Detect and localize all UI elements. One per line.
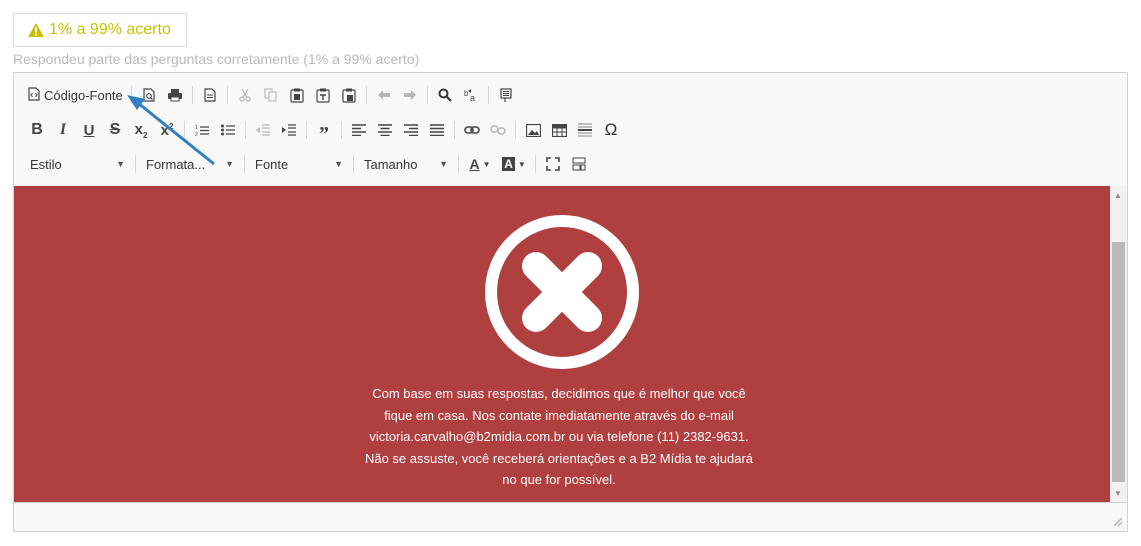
italic-icon[interactable]: I xyxy=(50,118,76,142)
message-line: Com base em suas respostas, decidimos qu… xyxy=(372,386,746,401)
editor-toolbar: Código-Fonte ba B I U S x2 x2 1 2 ” Ω Es… xyxy=(14,73,1127,187)
style-dropdown-label: Estilo xyxy=(30,156,62,172)
warning-icon xyxy=(27,22,45,38)
source-code-icon xyxy=(28,86,40,104)
message-line: Não se assuste, você receberá orientaçõe… xyxy=(364,450,754,466)
preview-icon[interactable] xyxy=(136,83,162,107)
font-dropdown-label: Fonte xyxy=(255,156,289,172)
scroll-up-icon[interactable]: ▲ xyxy=(1114,191,1122,200)
unlink-icon[interactable] xyxy=(485,118,511,142)
link-icon[interactable] xyxy=(459,118,485,142)
editor-content[interactable]: Com base em suas respostas, decidimos qu… xyxy=(14,186,1110,503)
table-icon[interactable] xyxy=(546,118,572,142)
outdent-icon[interactable] xyxy=(250,118,276,142)
rich-text-editor: Código-Fonte ba B I U S x2 x2 1 2 ” Ω Es… xyxy=(13,72,1128,532)
cut-icon[interactable] xyxy=(232,83,258,107)
subscript-icon[interactable]: x2 xyxy=(128,118,154,142)
svg-text:b: b xyxy=(464,89,469,98)
source-code-button[interactable]: Código-Fonte xyxy=(24,83,127,107)
message-line: victoria.carvalho@b2midia.com.br ou via … xyxy=(369,429,749,444)
maximize-icon[interactable] xyxy=(540,152,566,176)
result-message: Com base em suas respostas, decidimos qu… xyxy=(334,383,784,491)
editor-footer xyxy=(14,502,1127,531)
horizontal-line-icon[interactable] xyxy=(572,118,598,142)
find-icon[interactable] xyxy=(432,83,458,107)
blockquote-icon[interactable]: ” xyxy=(311,118,337,144)
align-center-icon[interactable] xyxy=(372,118,398,142)
svg-text:1: 1 xyxy=(195,125,198,131)
x-circle-icon xyxy=(485,215,639,369)
style-dropdown[interactable]: Estilo ▼ xyxy=(24,153,131,175)
print-icon[interactable] xyxy=(162,83,188,107)
chevron-down-icon: ▼ xyxy=(334,159,343,169)
scroll-down-icon[interactable]: ▼ xyxy=(1114,489,1122,498)
content-scrollbar[interactable]: ▲ ▼ xyxy=(1110,186,1127,503)
message-line: no que for possível. xyxy=(502,472,616,487)
show-blocks-icon[interactable] xyxy=(566,152,592,176)
chevron-down-icon: ▼ xyxy=(116,159,125,169)
source-code-label: Código-Fonte xyxy=(44,87,123,103)
font-dropdown[interactable]: Fonte ▼ xyxy=(249,153,349,175)
redo-icon[interactable] xyxy=(397,83,423,107)
bullet-list-icon[interactable] xyxy=(215,118,241,142)
special-char-icon[interactable]: Ω xyxy=(598,118,624,142)
background-color-button[interactable]: A ▼ xyxy=(497,152,531,176)
size-dropdown-label: Tamanho xyxy=(364,156,418,172)
message-line: fique em casa. Nos contate imediatamente… xyxy=(384,407,734,423)
result-badge-text: 1% a 99% acerto xyxy=(49,21,171,38)
format-dropdown[interactable]: Formata... ▼ xyxy=(140,153,240,175)
numbered-list-icon[interactable]: 12 xyxy=(189,118,215,142)
spellcheck-icon[interactable] xyxy=(493,83,519,107)
size-dropdown[interactable]: Tamanho ▼ xyxy=(358,153,454,175)
format-dropdown-label: Formata... xyxy=(146,156,206,172)
underline-icon[interactable]: U xyxy=(76,118,102,142)
paste-text-icon[interactable] xyxy=(310,83,336,107)
copy-icon[interactable] xyxy=(258,83,284,107)
align-right-icon[interactable] xyxy=(398,118,424,142)
paste-icon[interactable] xyxy=(284,83,310,107)
indent-icon[interactable] xyxy=(276,118,302,142)
text-color-button[interactable]: A ▼ xyxy=(463,152,497,176)
templates-icon[interactable] xyxy=(197,83,223,107)
bold-icon[interactable]: B xyxy=(24,118,50,142)
undo-icon[interactable] xyxy=(371,83,397,107)
paste-word-icon[interactable] xyxy=(336,83,362,107)
result-subtitle: Respondeu parte das perguntas corretamen… xyxy=(13,51,420,67)
superscript-icon[interactable]: x2 xyxy=(154,118,180,142)
scrollbar-thumb[interactable] xyxy=(1112,242,1125,482)
chevron-down-icon: ▼ xyxy=(439,159,448,169)
result-badge: 1% a 99% acerto xyxy=(13,13,187,47)
align-left-icon[interactable] xyxy=(346,118,372,142)
svg-text:2: 2 xyxy=(195,132,198,137)
svg-text:a: a xyxy=(470,93,475,102)
replace-icon[interactable]: ba xyxy=(458,83,484,107)
strikethrough-icon[interactable]: S xyxy=(102,118,128,142)
justify-icon[interactable] xyxy=(424,118,450,142)
image-icon[interactable] xyxy=(520,118,546,142)
chevron-down-icon: ▼ xyxy=(225,159,234,169)
resize-handle-icon[interactable] xyxy=(1113,517,1123,527)
